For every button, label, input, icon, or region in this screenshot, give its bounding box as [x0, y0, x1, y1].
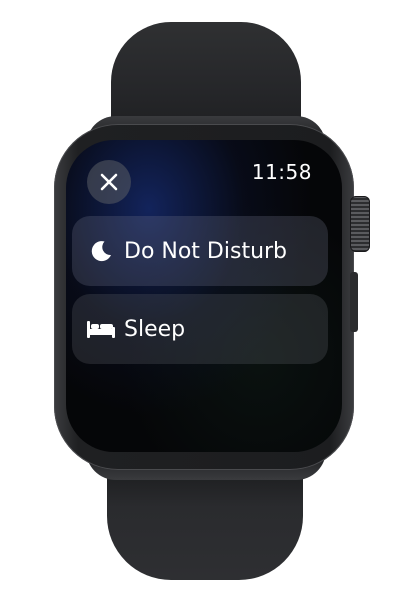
bed-icon [86, 314, 116, 344]
clock-time: 11:58 [251, 160, 312, 184]
watch-band-top [111, 22, 301, 130]
focus-mode-label: Do Not Disturb [124, 238, 288, 264]
moon-icon [86, 236, 116, 266]
focus-mode-do-not-disturb[interactable]: Do Not Disturb [72, 216, 328, 286]
focus-mode-label: Sleep [124, 316, 186, 342]
focus-mode-sleep[interactable]: Sleep [72, 294, 328, 364]
watch-band-bottom [107, 468, 303, 580]
close-icon [100, 173, 118, 191]
watch-mockup: 11:58 Do Not Disturb Sleep [0, 0, 416, 600]
watch-screen: 11:58 Do Not Disturb Sleep [66, 140, 342, 452]
digital-crown[interactable] [350, 196, 370, 252]
close-button[interactable] [87, 160, 131, 204]
side-button[interactable] [350, 272, 358, 332]
